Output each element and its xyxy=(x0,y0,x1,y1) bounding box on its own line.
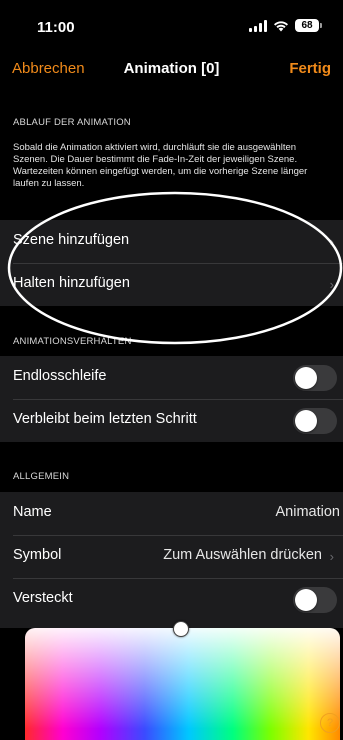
navigation-bar: Abbrechen Animation [0] Fertig xyxy=(0,52,343,88)
behavior-group: Endlosschleife Verbleibt beim letzten Sc… xyxy=(0,356,343,442)
chevron-right-icon: › xyxy=(329,277,334,292)
toggle-knob xyxy=(295,410,317,432)
sequence-description: Sobald die Animation aktiviert wird, dur… xyxy=(13,142,308,189)
color-picker-handle[interactable] xyxy=(173,621,189,637)
help-icon[interactable]: ? xyxy=(320,713,340,733)
hidden-row: Versteckt xyxy=(0,578,343,621)
add-scene-row[interactable]: Szene hinzufügen › xyxy=(0,220,343,263)
battery-icon: 68 xyxy=(295,19,322,32)
add-hold-row[interactable]: Halten hinzufügen › xyxy=(0,263,343,306)
add-scene-label: Szene hinzufügen xyxy=(13,232,130,248)
loop-toggle[interactable] xyxy=(293,365,337,391)
section-header-general: ALLGEMEIN xyxy=(13,471,70,482)
symbol-row[interactable]: Symbol Zum Auswählen drücken › xyxy=(0,535,343,578)
stay-last-step-row: Verbleibt beim letzten Schritt xyxy=(0,399,343,442)
add-hold-label: Halten hinzufügen xyxy=(13,275,130,291)
name-value[interactable]: Animation xyxy=(276,504,340,520)
section-header-behavior: ANIMATIONSVERHALTEN xyxy=(13,336,132,347)
wifi-icon xyxy=(274,20,288,31)
toggle-knob xyxy=(295,589,317,611)
chevron-right-icon: › xyxy=(329,549,334,564)
hidden-toggle[interactable] xyxy=(293,587,337,613)
cellular-signal-icon xyxy=(249,19,267,32)
status-bar: 11:00 68 xyxy=(0,0,343,52)
battery-level: 68 xyxy=(301,20,313,31)
name-label: Name xyxy=(13,504,52,520)
symbol-label: Symbol xyxy=(13,547,62,563)
name-row[interactable]: Name Animation xyxy=(0,492,343,535)
status-icons: 68 xyxy=(249,19,322,32)
stay-last-step-label: Verbleibt beim letzten Schritt xyxy=(13,411,197,427)
toggle-knob xyxy=(295,367,317,389)
chevron-right-icon: › xyxy=(329,234,334,249)
stay-last-step-toggle[interactable] xyxy=(293,408,337,434)
symbol-value: Zum Auswählen drücken xyxy=(163,547,322,563)
done-button[interactable]: Fertig xyxy=(289,60,331,77)
color-picker[interactable] xyxy=(25,628,340,740)
loop-label: Endlosschleife xyxy=(13,368,107,384)
sequence-actions-group: Szene hinzufügen › Halten hinzufügen › xyxy=(0,220,343,306)
general-group: Name Animation Symbol Zum Auswählen drüc… xyxy=(0,492,343,628)
status-time: 11:00 xyxy=(37,19,75,36)
section-header-sequence: ABLAUF DER ANIMATION xyxy=(13,117,131,128)
hidden-label: Versteckt xyxy=(13,590,73,606)
loop-row: Endlosschleife xyxy=(0,356,343,399)
